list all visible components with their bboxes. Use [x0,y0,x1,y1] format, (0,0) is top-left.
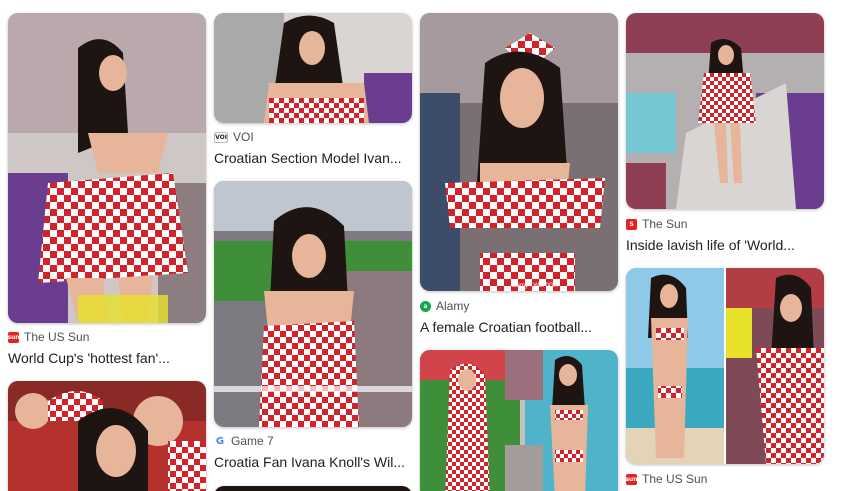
game7-favicon-icon: G [215,435,225,447]
source-label: Game 7 [231,434,274,448]
result-image-5[interactable] [626,13,824,209]
image-result-2[interactable]: VOI VOI Croatian Section Model Ivan... [214,13,412,167]
source-label: The Sun [642,217,688,231]
result-image-2[interactable] [214,13,412,123]
watermark-text: alamy - W670GA [512,283,558,289]
result-source-2[interactable]: VOI VOI [214,129,412,145]
alamy-favicon-icon: a [420,300,431,312]
result-title-5[interactable]: Inside lavish life of 'World... [626,236,824,254]
result-source-8[interactable]: sun The US Sun [626,471,824,487]
result-image-partial-col1[interactable] [8,381,206,491]
result-image-7[interactable] [420,350,618,491]
source-label: VOI [233,130,254,144]
image-result-5[interactable]: S The Sun Inside lavish life of 'World..… [626,13,824,253]
result-source-3[interactable]: G Game 7 [214,433,412,449]
result-source-1[interactable]: sun The US Sun [8,329,206,345]
image-result-partial-col2[interactable] [214,486,412,491]
image-result-4[interactable]: alamy - W670GA a Alamy A female Croatian… [420,13,618,335]
source-label: Alamy [436,299,470,313]
image-result-8[interactable]: sun The US Sun [626,268,824,491]
voi-favicon-icon: VOI [214,131,228,143]
result-image-partial-col2[interactable] [214,486,412,491]
result-image-1[interactable] [8,13,206,323]
image-result-6-partial[interactable] [8,381,206,491]
result-title-2[interactable]: Croatian Section Model Ivan... [214,149,412,167]
sun-favicon-icon: S [626,218,637,230]
image-result-7[interactable] [420,350,618,491]
sun-favicon-icon: sun [626,473,638,485]
result-source-5[interactable]: S The Sun [626,216,824,232]
source-label: The US Sun [24,330,90,344]
result-title-1[interactable]: World Cup's 'hottest fan'... [8,349,206,367]
result-image-3[interactable] [214,181,412,427]
result-image-4[interactable]: alamy - W670GA [420,13,618,291]
result-title-3[interactable]: Croatia Fan Ivana Knoll's Wil... [214,453,412,471]
result-image-8[interactable] [626,268,824,464]
result-title-4[interactable]: A female Croatian football... [420,318,618,336]
sun-favicon-icon: sun [8,331,20,343]
source-label: The US Sun [642,472,708,486]
image-result-1[interactable]: sun The US Sun World Cup's 'hottest fan'… [8,13,206,367]
image-result-3[interactable]: G Game 7 Croatia Fan Ivana Knoll's Wil..… [214,181,412,471]
result-source-4[interactable]: a Alamy [420,298,618,314]
